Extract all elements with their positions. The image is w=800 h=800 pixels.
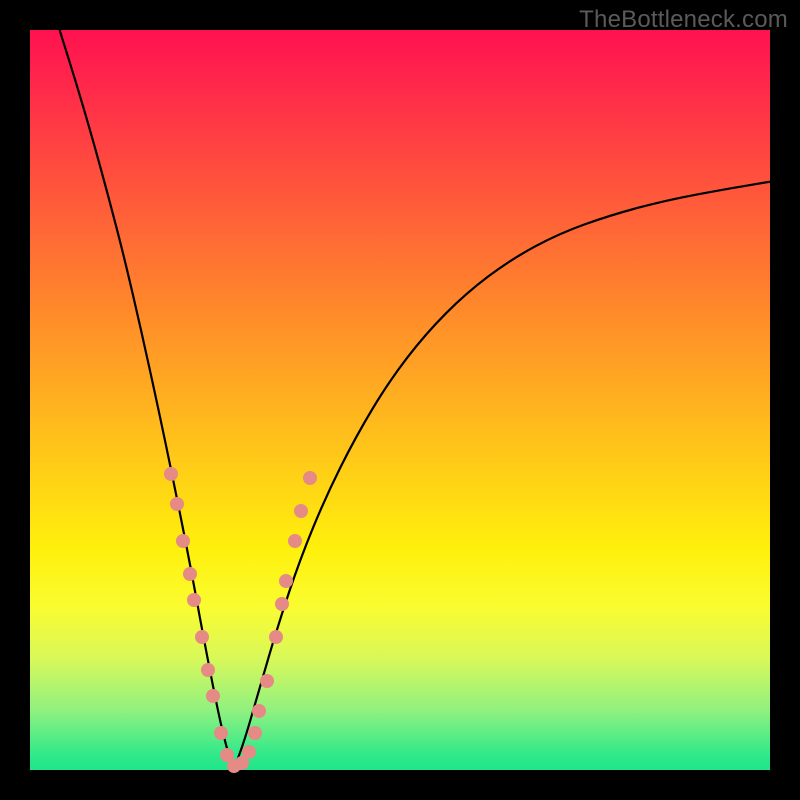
data-point bbox=[183, 567, 197, 581]
plot-area bbox=[30, 30, 770, 770]
data-point bbox=[170, 497, 184, 511]
data-point bbox=[176, 534, 190, 548]
data-point bbox=[252, 704, 266, 718]
data-point bbox=[275, 597, 289, 611]
data-point bbox=[195, 630, 209, 644]
data-point bbox=[269, 630, 283, 644]
data-point bbox=[201, 663, 215, 677]
data-point bbox=[288, 534, 302, 548]
data-point bbox=[242, 745, 256, 759]
data-point bbox=[206, 689, 220, 703]
data-point bbox=[260, 674, 274, 688]
data-point bbox=[279, 574, 293, 588]
data-point bbox=[187, 593, 201, 607]
data-point bbox=[248, 726, 262, 740]
data-point bbox=[303, 471, 317, 485]
data-point bbox=[294, 504, 308, 518]
curve-svg bbox=[30, 30, 770, 770]
chart-frame: TheBottleneck.com bbox=[0, 0, 800, 800]
data-point bbox=[214, 726, 228, 740]
left-curve bbox=[60, 30, 234, 770]
data-point bbox=[164, 467, 178, 481]
watermark-text: TheBottleneck.com bbox=[579, 6, 788, 34]
